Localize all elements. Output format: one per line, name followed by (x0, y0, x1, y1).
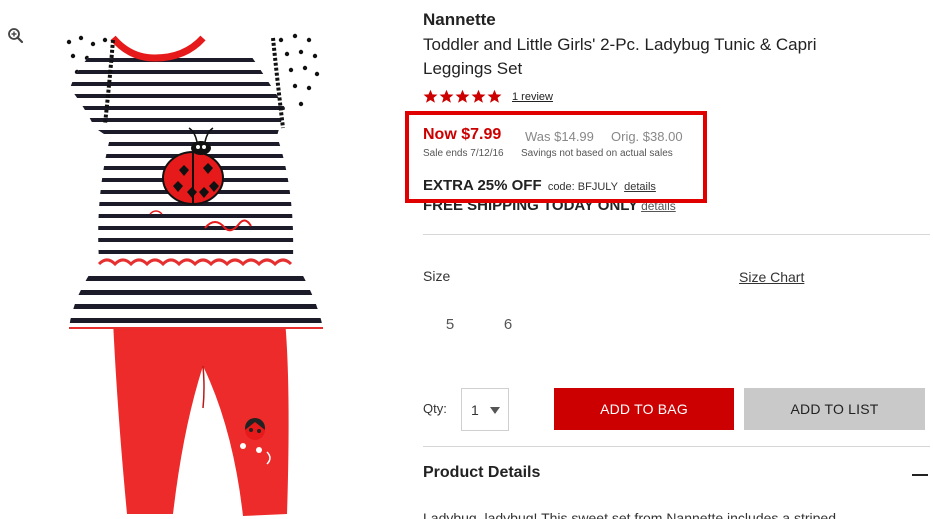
product-image[interactable] (55, 28, 335, 519)
chevron-down-icon (490, 407, 500, 414)
original-price: Orig. $38.00 (611, 129, 683, 144)
product-details-text: Ladybug, ladybug! This sweet set from Na… (423, 510, 836, 519)
promo-details-link[interactable]: details (624, 181, 656, 193)
star-icon (423, 89, 438, 103)
product-rating[interactable]: 1 review (423, 89, 553, 104)
add-to-bag-button[interactable]: ADD TO BAG (554, 388, 734, 430)
sale-price: Now $7.99 (423, 126, 502, 143)
product-details-heading[interactable]: Product Details (423, 464, 540, 482)
star-icon (487, 89, 502, 103)
size-option-6[interactable]: 6 (493, 316, 523, 338)
size-option-5[interactable]: 5 (435, 316, 465, 338)
star-icon (455, 89, 470, 103)
product-title: Toddler and Little Girls' 2-Pc. Ladybug … (423, 35, 817, 78)
quantity-value: 1 (471, 402, 479, 418)
zoom-in-icon[interactable] (6, 26, 26, 46)
minus-icon[interactable] (912, 470, 928, 480)
size-chart-link[interactable]: Size Chart (739, 269, 804, 285)
extra-discount-label: EXTRA 25% OFF (423, 177, 542, 194)
size-label: Size (423, 268, 451, 284)
price-promo-highlight: Now $7.99 Was $14.99 Orig. $38.00 Sale e… (405, 111, 707, 203)
sale-end-date: Sale ends 7/12/16 (423, 148, 504, 159)
quantity-select[interactable]: 1 (461, 388, 509, 431)
divider (423, 234, 930, 235)
star-rating (423, 89, 502, 104)
star-icon (471, 89, 486, 103)
extra-discount: EXTRA 25% OFF code: BFJULY details (423, 177, 656, 194)
add-to-list-button[interactable]: ADD TO LIST (744, 388, 925, 430)
review-count-link[interactable]: 1 review (512, 91, 553, 103)
savings-disclaimer: Savings not based on actual sales (521, 148, 673, 159)
divider (423, 446, 930, 447)
promo-code: code: BFJULY (547, 181, 618, 193)
quantity-label: Qty: (423, 401, 447, 416)
product-brand[interactable]: Nannette (423, 10, 496, 30)
was-price: Was $14.99 (525, 129, 594, 144)
star-icon (439, 89, 454, 103)
